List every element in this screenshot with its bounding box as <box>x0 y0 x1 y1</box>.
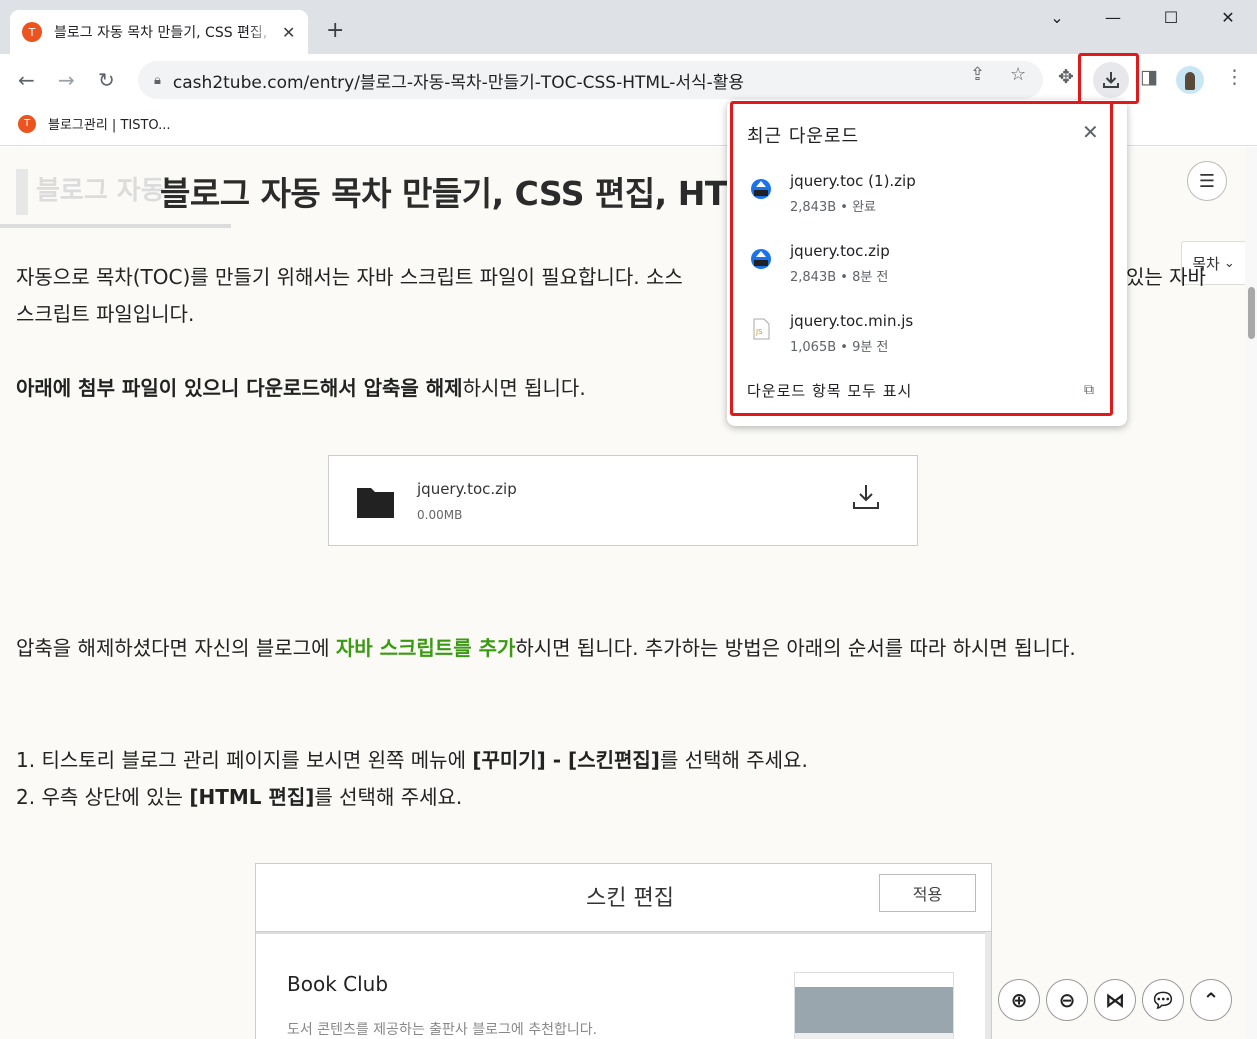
hamburger-menu-icon[interactable]: ☰ <box>1187 161 1227 201</box>
js-file-icon: JS <box>753 318 770 340</box>
side-panel-icon[interactable]: ◨ <box>1140 66 1158 88</box>
share-icon[interactable]: ⇪ <box>970 64 985 85</box>
download-status: 2,843B • 완료 <box>790 200 876 215</box>
download-icon[interactable] <box>851 482 881 512</box>
skin-apply-button: 적용 <box>879 874 976 912</box>
paragraph-2-bold: 아래에 첨부 파일이 있으니 다운로드해서 압축을 해제 <box>16 376 463 400</box>
downloads-button[interactable] <box>1093 62 1129 98</box>
paragraph-1-line-1: 자동으로 목차(TOC)를 만들기 위해서는 자바 스크립트 파일이 필요합니다… <box>16 265 683 289</box>
skin-editor-title: 스킨 편집 <box>586 886 674 911</box>
bookmark-star-icon[interactable]: ☆ <box>1010 64 1026 85</box>
zip-file-icon <box>751 179 771 199</box>
back-arrow-icon[interactable]: ← <box>18 68 35 92</box>
more-menu-icon[interactable]: ⋮ <box>1225 66 1244 88</box>
tab-strip: T 블로그 자동 목차 만들기, CSS 편집, HTML 서식 활용 ✕ + … <box>0 0 1257 54</box>
paragraph-3-start: 압축을 해제하셨다면 자신의 블로그에 <box>16 636 336 660</box>
paragraph-2-rest: 하시면 됩니다. <box>462 376 586 400</box>
paragraph-1-tail: 있는 자바 <box>1126 265 1206 289</box>
step-2-menu: [HTML 편집] <box>189 785 315 809</box>
page-scrollbar[interactable] <box>1245 147 1257 1039</box>
download-item[interactable]: JS jquery.toc.min.js 1,065B • 9분 전 <box>747 308 1107 368</box>
step-2-end: 를 선택해 주세요. <box>314 785 463 809</box>
title-underline <box>0 224 231 228</box>
skin-description: 도서 콘텐츠를 제공하는 출판사 블로그에 추천합니다. <box>287 1022 598 1038</box>
tistory-favicon-icon: T <box>18 114 36 133</box>
paragraph-2: 아래에 첨부 파일이 있으니 다운로드해서 압축을 해제하시면 됩니다. <box>16 370 586 407</box>
bookmark-label: 블로그관리 | TISTO... <box>48 118 171 133</box>
minimize-button[interactable]: — <box>1093 8 1133 27</box>
reload-icon[interactable]: ↻ <box>98 68 115 92</box>
skin-editor-body: Book Club 도서 콘텐츠를 제공하는 출판사 블로그에 추천합니다. <box>256 932 991 1039</box>
step-1-menu: [꾸미기] - [스킨편집] <box>472 748 660 772</box>
address-bar[interactable]: 🔒︎ cash2tube.com/entry/블로그-자동-목차-만들기-TOC… <box>138 61 1043 99</box>
comment-icon[interactable]: 💬︎ <box>1142 979 1184 1021</box>
skin-thumbnail <box>794 972 954 1039</box>
download-name: jquery.toc (1).zip <box>790 172 916 190</box>
tab-search-chevron-icon[interactable]: ⌄ <box>1037 8 1077 27</box>
step-2: 2. 우측 상단에 있는 [HTML 편집]를 선택해 주세요. <box>16 779 462 816</box>
skin-scrollbar <box>985 932 991 1039</box>
step-1: 1. 티스토리 블로그 관리 페이지를 보시면 왼쪽 메뉴에 [꾸미기] - [… <box>16 742 808 779</box>
tab-title: 블로그 자동 목차 만들기, CSS 편집, HTML 서식 활용 <box>54 25 274 41</box>
close-window-button[interactable]: ✕ <box>1208 8 1248 27</box>
download-item[interactable]: jquery.toc.zip 2,843B • 8분 전 <box>747 238 1107 298</box>
paragraph-3-highlight: 자바 스크립트를 추가 <box>335 636 516 660</box>
close-icon[interactable]: ✕ <box>1082 120 1099 144</box>
step-1-text: 1. 티스토리 블로그 관리 페이지를 보시면 왼쪽 메뉴에 <box>16 748 473 772</box>
downloads-title: 최근 다운로드 <box>747 126 860 147</box>
paragraph-3: 압축을 해제하셨다면 자신의 블로그에 자바 스크립트를 추가하시면 됩니다. … <box>16 630 1076 667</box>
browser-tab[interactable]: T 블로그 자동 목차 만들기, CSS 편집, HTML 서식 활용 ✕ <box>10 10 308 54</box>
downloads-popup: 최근 다운로드 ✕ jquery.toc (1).zip 2,843B • 완료… <box>727 100 1127 426</box>
share-icon[interactable]: ⋈ <box>1094 979 1136 1021</box>
zoom-out-icon[interactable]: ⊖ <box>1046 979 1088 1021</box>
skin-name: Book Club <box>287 972 389 996</box>
url-text: cash2tube.com/entry/블로그-자동-목차-만들기-TOC-CS… <box>172 72 745 93</box>
tistory-favicon-icon: T <box>22 22 42 42</box>
zip-file-icon <box>751 249 771 269</box>
open-external-icon[interactable]: ⧉ <box>1084 382 1094 398</box>
zoom-in-icon[interactable]: ⊕ <box>998 979 1040 1021</box>
paragraph-3-end: 하시면 됩니다. 추가하는 방법은 아래의 순서를 따라 하시면 됩니다. <box>515 636 1076 660</box>
page-scroll-thumb[interactable] <box>1248 287 1255 339</box>
sticky-title-ghost: 블로그 자동 <box>16 169 165 215</box>
forward-arrow-icon[interactable]: → <box>58 68 75 92</box>
show-all-downloads-link[interactable]: 다운로드 항목 모두 표시 <box>747 380 912 401</box>
paragraph-1-line-2: 스크립트 파일입니다. <box>16 302 195 326</box>
download-name: jquery.toc.zip <box>790 242 890 260</box>
paragraph-1: 자동으로 목차(TOC)를 만들기 위해서는 자바 스크립트 파일이 필요합니다… <box>16 259 683 296</box>
extensions-puzzle-icon[interactable]: ✥ <box>1058 66 1074 88</box>
step-2-text: 2. 우측 상단에 있는 <box>16 785 190 809</box>
step-1-end: 를 선택해 주세요. <box>659 748 808 772</box>
download-name: jquery.toc.min.js <box>790 312 914 330</box>
download-status: 2,843B • 8분 전 <box>790 270 889 285</box>
new-tab-button[interactable]: + <box>326 18 344 43</box>
download-item[interactable]: jquery.toc (1).zip 2,843B • 완료 <box>747 168 1107 228</box>
attachment-name[interactable]: jquery.toc.zip <box>417 480 517 498</box>
scroll-top-icon[interactable]: ⌃ <box>1190 979 1232 1021</box>
profile-avatar[interactable] <box>1176 66 1204 94</box>
download-icon <box>1103 72 1119 88</box>
chevron-down-icon: ⌄ <box>1223 255 1235 271</box>
bookmark-tistory[interactable]: T 블로그관리 | TISTO... <box>18 114 171 133</box>
attachment-box[interactable]: jquery.toc.zip 0.00MB <box>328 455 918 546</box>
post-title: 블로그 자동 목차 만들기, CSS 편집, HT <box>160 174 727 213</box>
attachment-size: 0.00MB <box>417 508 463 522</box>
svg-text:JS: JS <box>755 328 763 336</box>
lock-icon[interactable]: 🔒︎ <box>154 73 161 88</box>
skin-editor-screenshot: 스킨 편집 적용 Book Club 도서 콘텐츠를 제공하는 출판사 블로그에… <box>255 863 992 1039</box>
tab-close-icon[interactable]: ✕ <box>282 23 295 42</box>
maximize-button[interactable]: ☐ <box>1151 8 1191 27</box>
skin-editor-header: 스킨 편집 적용 <box>256 864 991 932</box>
folder-icon <box>357 488 394 518</box>
download-status: 1,065B • 9분 전 <box>790 340 889 355</box>
